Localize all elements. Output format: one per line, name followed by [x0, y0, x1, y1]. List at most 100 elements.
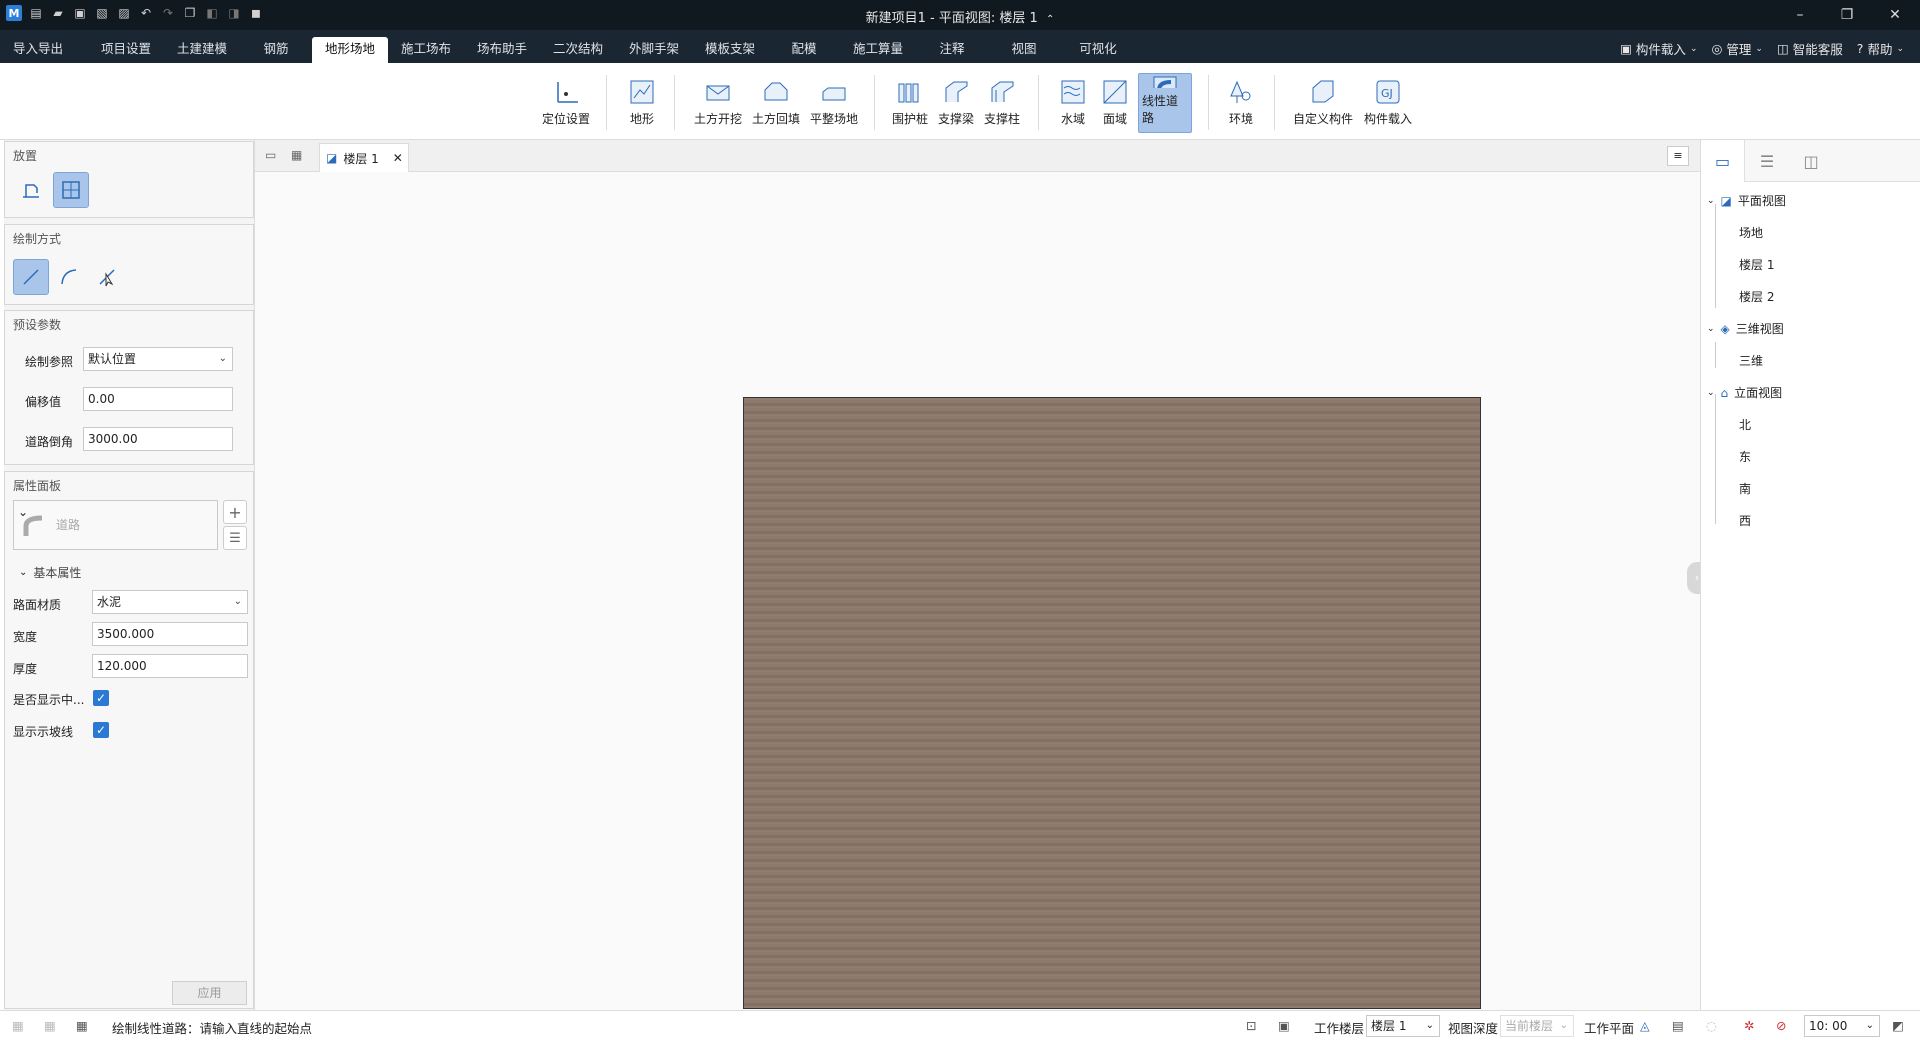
draw-arc-button[interactable] — [51, 259, 87, 295]
tab-construction-quantity[interactable]: 施工算量 — [842, 37, 914, 63]
tab-views[interactable]: ▭ — [1701, 140, 1745, 182]
support-beam-button[interactable]: 支撑梁 — [934, 73, 978, 133]
locate-settings-button[interactable]: 定位设置 — [538, 73, 594, 133]
tab-import-export[interactable]: 导入导出 — [4, 37, 72, 63]
retaining-pile-button[interactable]: 围护桩 — [888, 73, 932, 133]
terrain-button[interactable]: 地形 — [622, 73, 662, 133]
support-column-button[interactable]: 支撑柱 — [980, 73, 1024, 133]
basic-props-toggle[interactable]: ⌄ 基本属性 — [19, 564, 81, 581]
grid-snap-icon[interactable]: ▦ — [44, 1018, 56, 1033]
environment-button[interactable]: 环境 — [1222, 73, 1260, 133]
tree-3d-view[interactable]: ⌄ ◈ 三维视图 — [1707, 320, 1784, 337]
custom-component-button[interactable]: 自定义构件 — [1290, 73, 1356, 133]
layer-settings-icon[interactable]: ▤ — [1672, 1018, 1684, 1033]
chevron-down-icon: ⌄ — [19, 567, 28, 578]
scale-select[interactable]: 10: 00 ⌄ — [1804, 1015, 1880, 1037]
tree-item[interactable]: 北 — [1739, 416, 1751, 433]
arc-icon — [61, 269, 77, 285]
left-properties-panel: 放置 绘制方式 预设参数 绘制参照 默认位置 ⌄ 偏移值 0.00 道路倒角 30… — [4, 140, 254, 1010]
drawing-viewport[interactable]: ▭ ▦ ◪ 楼层 1 ✕ ≡ — [254, 140, 1701, 1010]
tab-annotation[interactable]: 注释 — [926, 37, 978, 63]
offset-input[interactable]: 0.00 — [83, 387, 233, 411]
tab-external-scaffold[interactable]: 外脚手架 — [618, 37, 690, 63]
tab-formwork-support[interactable]: 模板支架 — [694, 37, 766, 63]
tab-view[interactable]: 视图 — [998, 37, 1050, 63]
work-plane-icon[interactable]: ◬ — [1640, 1018, 1650, 1033]
material-select[interactable]: 水泥 ⌄ — [92, 590, 248, 614]
backfill-button[interactable]: 土方回填 — [748, 73, 804, 133]
add-type-button[interactable]: + — [223, 500, 247, 524]
minimize-icon[interactable]: – — [1785, 4, 1815, 26]
show-slope-checkbox[interactable]: ✓ — [93, 722, 109, 738]
cube-view-icon[interactable]: ◩ — [1892, 1018, 1904, 1033]
width-input[interactable]: 3500.000 — [92, 622, 248, 646]
tab-layout-assistant[interactable]: 场布助手 — [466, 37, 538, 63]
level-site-button[interactable]: 平整场地 — [806, 73, 862, 133]
tab-secondary-structure[interactable]: 二次结构 — [542, 37, 614, 63]
tree-elevation-view[interactable]: ⌄ ⌂ 立面视图 — [1707, 384, 1782, 401]
no-ortho-icon[interactable]: ⊘ — [1776, 1018, 1786, 1033]
no-snap-icon[interactable]: ✲ — [1744, 1018, 1754, 1033]
tree-item[interactable]: 楼层 2 — [1739, 288, 1774, 305]
tree-item[interactable]: 南 — [1739, 480, 1751, 497]
place-on-face-button[interactable] — [13, 172, 49, 208]
linear-road-button[interactable]: 线性道路 — [1138, 73, 1192, 133]
light-icon[interactable]: ◌ — [1706, 1018, 1717, 1033]
tree-item[interactable]: 楼层 1 — [1739, 256, 1774, 273]
width-label: 宽度 — [13, 630, 38, 644]
excavate-button[interactable]: 土方开挖 — [690, 73, 746, 133]
apply-button[interactable]: 应用 — [172, 981, 247, 1005]
material-value: 水泥 — [97, 595, 122, 609]
tab-visibility[interactable]: ☰ — [1745, 140, 1789, 182]
draw-pick-button[interactable] — [89, 259, 125, 295]
component-type-select[interactable]: 道路 ⌄ — [13, 500, 218, 550]
water-area-button[interactable]: 水域 — [1054, 73, 1092, 133]
draw-ref-select[interactable]: 默认位置 ⌄ — [83, 347, 233, 371]
tab-construction-layout[interactable]: 施工场布 — [390, 37, 462, 63]
view-depth-select[interactable]: 当前楼层 ⌄ — [1500, 1015, 1574, 1037]
close-icon[interactable]: ✕ — [393, 151, 403, 165]
doc-tab-floor-1[interactable]: ◪ 楼层 1 ✕ — [319, 143, 409, 172]
tree-item[interactable]: 三维 — [1739, 352, 1763, 369]
window-icon[interactable]: ▭ — [265, 148, 276, 162]
select-mode-icon[interactable]: ▦ — [76, 1018, 88, 1033]
snap-icon[interactable]: ▦ — [12, 1018, 24, 1033]
tab-terrain-site[interactable]: 地形场地 — [312, 37, 388, 63]
menu-icon[interactable]: ≡ — [1667, 146, 1689, 166]
work-floor-value: 楼层 1 — [1371, 1019, 1407, 1033]
view-settings-icon[interactable]: ▣ — [1278, 1018, 1290, 1033]
line-icon — [23, 269, 39, 285]
title-menu-indicator[interactable]: ⌃ — [1046, 14, 1054, 25]
close-window-icon[interactable]: ✕ — [1880, 4, 1910, 26]
help-menu[interactable]: ? 帮助 ⌄ — [1857, 39, 1904, 58]
tree-item[interactable]: 场地 — [1739, 224, 1763, 241]
surface-area-button[interactable]: 面域 — [1096, 73, 1134, 133]
draw-line-button[interactable] — [13, 259, 49, 295]
tab-civil-modeling[interactable]: 土建建模 — [166, 37, 238, 63]
tile-windows-icon[interactable]: ▦ — [291, 148, 302, 162]
tab-layout[interactable]: ◫ — [1789, 140, 1833, 182]
tab-formwork-config[interactable]: 配模 — [780, 37, 828, 63]
tree-line — [1715, 342, 1716, 368]
tab-visualization[interactable]: 可视化 — [1068, 37, 1128, 63]
show-centerline-checkbox[interactable]: ✓ — [93, 690, 109, 706]
zoom-fit-icon[interactable]: ⊡ — [1246, 1018, 1256, 1033]
terrain-surface[interactable] — [743, 397, 1481, 1009]
place-face-icon — [23, 184, 39, 198]
tree-item[interactable]: 西 — [1739, 512, 1751, 529]
component-load-menu[interactable]: ▣ 构件载入 ⌄ — [1620, 39, 1697, 58]
tree-item[interactable]: 东 — [1739, 448, 1751, 465]
tab-rebar[interactable]: 钢筋 — [248, 37, 304, 63]
place-on-grid-button[interactable] — [53, 172, 89, 208]
road-fillet-input[interactable]: 3000.00 — [83, 427, 233, 451]
component-load-button[interactable]: GJ 构件载入 — [1360, 73, 1416, 133]
work-floor-select[interactable]: 楼层 1 ⌄ — [1366, 1015, 1440, 1037]
manage-menu[interactable]: ◎ 管理 ⌄ — [1711, 39, 1762, 58]
restore-icon[interactable]: ❐ — [1832, 4, 1862, 26]
help-label: 帮助 — [1867, 42, 1893, 57]
edit-type-button[interactable]: ☰ — [223, 526, 247, 550]
thickness-input[interactable]: 120.000 — [92, 654, 248, 678]
smart-service-button[interactable]: ◫ 智能客服 — [1777, 39, 1843, 58]
tree-plan-view[interactable]: ⌄ ◪ 平面视图 — [1707, 192, 1786, 209]
tab-project-settings[interactable]: 项目设置 — [88, 37, 164, 63]
